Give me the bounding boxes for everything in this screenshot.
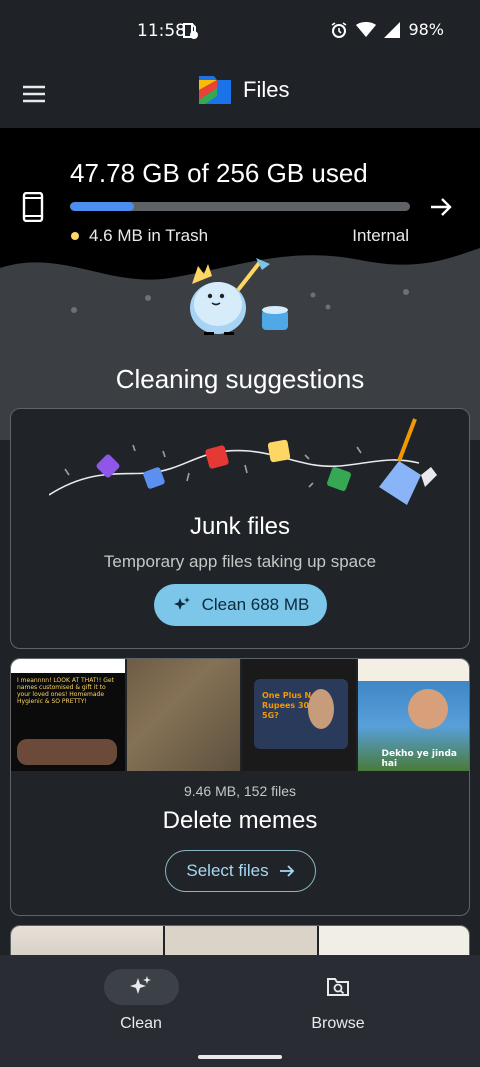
select-files-label: Select files bbox=[186, 861, 269, 880]
storage-location: Internal bbox=[352, 226, 409, 245]
trash-size-text: 4.6 MB in Trash bbox=[89, 226, 209, 245]
clean-junk-button[interactable]: Clean 688 MB bbox=[154, 584, 327, 626]
nav-label-browse: Browse bbox=[311, 1015, 365, 1032]
arrow-right-icon[interactable] bbox=[428, 194, 454, 220]
junk-files-subtitle: Temporary app files taking up space bbox=[103, 552, 377, 571]
status-time: 11:58 bbox=[137, 21, 186, 41]
storage-progress-bar bbox=[70, 202, 410, 211]
junk-files-card[interactable]: Junk files Temporary app files taking up… bbox=[10, 408, 470, 649]
phone-storage-icon bbox=[22, 192, 44, 222]
menu-icon[interactable] bbox=[18, 78, 50, 110]
app-title: Files bbox=[243, 77, 290, 102]
memes-info: 9.46 MB, 152 files bbox=[183, 783, 297, 799]
nav-active-indicator bbox=[103, 969, 179, 1005]
data-saver-icon bbox=[183, 23, 198, 39]
select-files-button[interactable]: Select files bbox=[165, 850, 316, 892]
status-bar: 11:58 98% bbox=[0, 0, 480, 64]
junk-files-illustration bbox=[49, 418, 437, 505]
sparkle-icon bbox=[173, 597, 190, 610]
nav-label-clean: Clean bbox=[120, 1015, 162, 1032]
nav-item-clean[interactable]: Clean bbox=[81, 969, 201, 1033]
meme-text: Dekho ye jinda hai bbox=[381, 749, 457, 769]
app-bar: Files bbox=[0, 64, 480, 128]
meme-thumbnail[interactable]: Dekho ye jinda hai bbox=[357, 659, 469, 771]
delete-memes-card[interactable]: I meannnn! LOOK AT THAT!! Get names cust… bbox=[10, 658, 470, 916]
alarm-icon bbox=[331, 21, 347, 38]
storage-progress-fill bbox=[70, 202, 134, 211]
storage-used-text: 47.78 GB of 256 GB used bbox=[70, 158, 368, 188]
meme-thumbnail[interactable] bbox=[126, 659, 240, 771]
memes-thumbnail-strip: I meannnn! LOOK AT THAT!! Get names cust… bbox=[11, 659, 469, 771]
status-icons: 98% bbox=[330, 20, 444, 39]
nav-item-browse[interactable]: Browse bbox=[278, 969, 398, 1033]
sparkle-icon bbox=[130, 976, 151, 994]
clean-junk-label: Clean 688 MB bbox=[201, 595, 310, 614]
meme-thumbnail[interactable]: I meannnn! LOOK AT THAT!! Get names cust… bbox=[11, 659, 125, 771]
wifi-icon bbox=[356, 21, 377, 37]
junk-files-title: Junk files bbox=[189, 513, 291, 540]
battery-level: 98% bbox=[408, 20, 444, 39]
meme-thumbnail[interactable]: One Plus Nord Rupees 30000 5G? bbox=[242, 659, 356, 771]
cleaning-suggestions-title: Cleaning suggestions bbox=[115, 364, 365, 394]
meme-text: I meannnn! LOOK AT THAT!! Get names cust… bbox=[17, 677, 114, 705]
files-logo-icon bbox=[199, 76, 231, 104]
signal-icon bbox=[384, 21, 401, 38]
cleaning-mascot-illustration bbox=[190, 258, 288, 335]
trash-indicator-dot bbox=[71, 232, 79, 240]
arrow-right-icon bbox=[279, 865, 294, 877]
home-gesture-bar[interactable] bbox=[198, 1055, 282, 1059]
bottom-navigation: Clean Browse bbox=[0, 955, 480, 1067]
nav-icon-container bbox=[301, 969, 376, 1005]
browse-folder-icon bbox=[327, 978, 349, 996]
delete-memes-title: Delete memes bbox=[162, 807, 318, 834]
